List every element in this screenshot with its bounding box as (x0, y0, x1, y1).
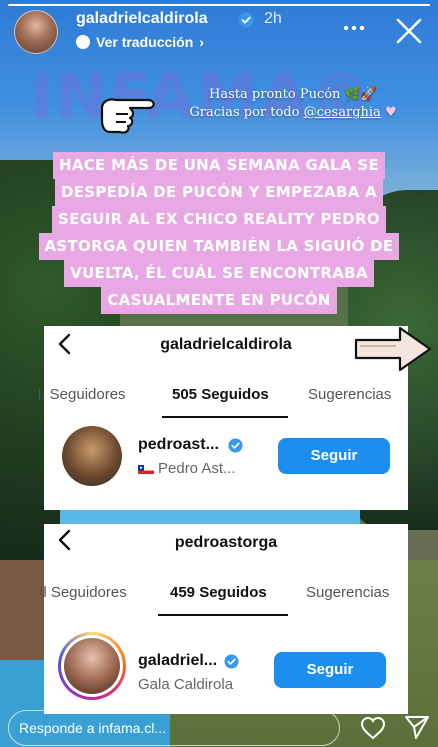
tab-following[interactable]: 505 Seguidos (172, 386, 269, 403)
chevron-right-icon: › (199, 34, 204, 50)
user-avatar[interactable] (58, 632, 126, 700)
panel-title: pedroastorga (174, 534, 278, 551)
right-arrow-emoji-icon (354, 326, 432, 372)
caption-mention[interactable]: @cesarghia (304, 105, 381, 120)
panel-tabs: il Seguidores 459 Seguidos Sugerencias (40, 584, 408, 614)
tab-followers[interactable]: l. Seguidores (38, 386, 126, 403)
verified-badge-icon (238, 12, 254, 28)
pink-text-line: HACE MÁS DE UNA SEMANA GALA SE (52, 152, 385, 179)
tab-following[interactable]: 459 Seguidos (170, 584, 267, 601)
story-username[interactable]: galadrielcaldirola (76, 10, 208, 28)
story-caption: Hasta pronto Pucón 🌿🚀 Gracias por todo @… (168, 86, 418, 122)
story-time: 2h (264, 10, 282, 27)
chile-flag-icon (138, 463, 154, 474)
close-icon[interactable] (394, 16, 424, 46)
follow-button[interactable]: Seguir (278, 438, 390, 474)
tab-underline (162, 416, 288, 418)
verified-badge-icon (224, 654, 239, 669)
tab-suggestions[interactable]: Sugerencias (306, 584, 389, 601)
pink-text-block: HACE MÁS DE UNA SEMANA GALA SE DESPEDÍA … (28, 152, 410, 314)
tab-suggestions[interactable]: Sugerencias (308, 386, 391, 403)
panel-tabs: l. Seguidores 505 Seguidos Sugerencias (38, 386, 408, 416)
pink-text-line: ASTORGA QUIEN TAMBIÉN LA SIGUIÓ DE (38, 233, 400, 260)
verified-badge-icon (228, 438, 243, 453)
tab-followers[interactable]: il Seguidores (40, 584, 127, 601)
pink-text-line: DESPEDÍA DE PUCÓN Y EMPEZABA A (54, 179, 384, 206)
send-icon[interactable] (404, 714, 430, 740)
translate-label: Ver traducción (96, 34, 194, 50)
reply-input[interactable]: Responde a infama.cl... (8, 710, 340, 746)
pointing-hand-icon (100, 98, 155, 134)
user-handle[interactable]: pedroast... (138, 436, 219, 454)
pink-text-line: CASUALMENTE EN PUCÓN (101, 287, 337, 314)
list-item[interactable]: pedroast... Pedro Ast... Seguir (44, 426, 408, 496)
pink-text-line: VUELTA, ÉL CUÁL SE ENCONTRABA (64, 260, 374, 287)
caption-line2: Gracias por todo (189, 105, 304, 120)
user-avatar[interactable] (62, 426, 122, 486)
translate-button[interactable]: Ver traducción › (76, 34, 204, 50)
list-item[interactable]: galadriel... Gala Caldirola Seguir (44, 632, 408, 702)
avatar[interactable] (14, 10, 58, 54)
follow-button[interactable]: Seguir (274, 652, 386, 688)
leaf-emoji-icon: 🌿🚀 (344, 87, 377, 102)
heart-emoji-icon: ♥ (384, 105, 397, 120)
tab-underline (158, 614, 288, 616)
user-fullname-text: Pedro Ast... (158, 460, 236, 477)
user-fullname: Gala Caldirola (138, 676, 234, 693)
heart-icon[interactable] (360, 716, 386, 740)
pink-text-line: SEGUIR AL EX CHICO REALITY PEDRO (52, 206, 386, 233)
user-handle[interactable]: galadriel... (138, 652, 217, 670)
following-panel-pedroastorga: pedroastorga il Seguidores 459 Seguidos … (40, 524, 408, 714)
story-header: galadrielcaldirola 2h Ver traducción › (0, 0, 438, 70)
caption-line1: Hasta pronto Pucón (209, 87, 341, 102)
translate-icon (76, 35, 90, 49)
user-fullname: Pedro Ast... (138, 460, 236, 477)
more-options-icon[interactable] (340, 18, 368, 38)
